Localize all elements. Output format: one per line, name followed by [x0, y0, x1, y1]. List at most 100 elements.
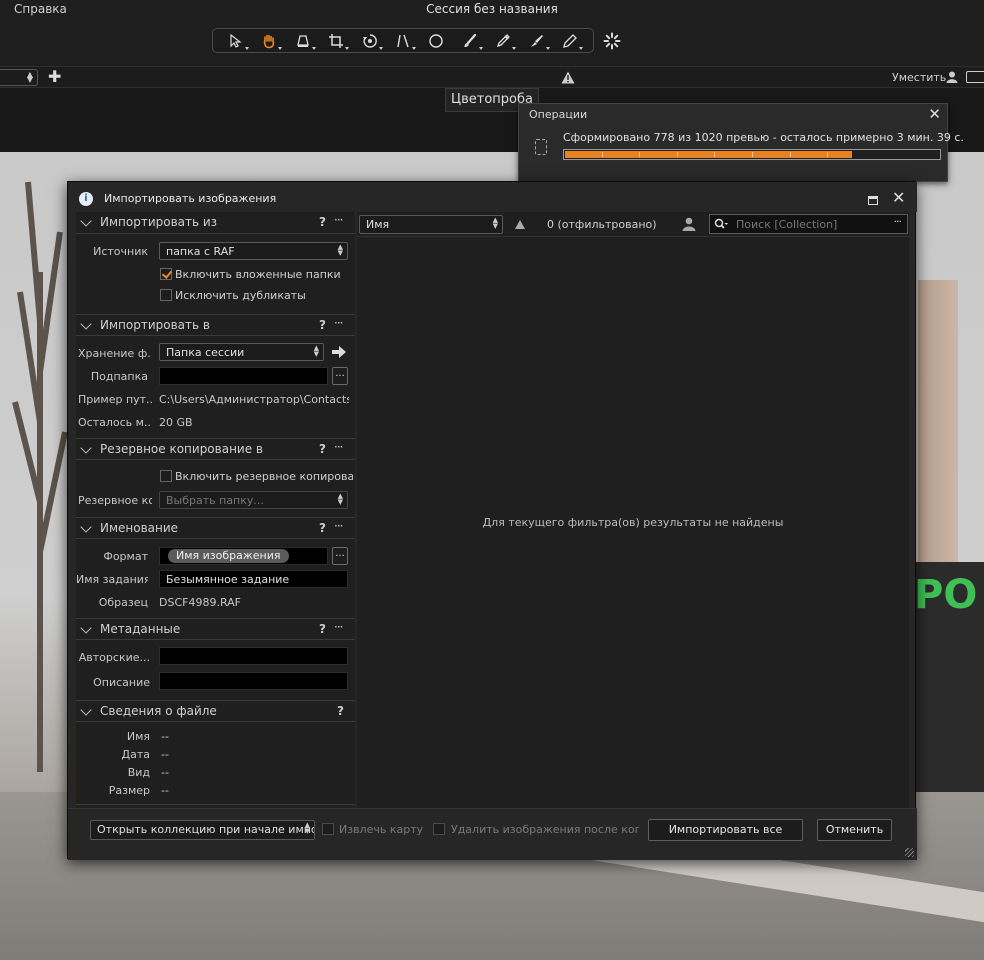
document-icon [535, 139, 547, 155]
chevron-down-icon [80, 215, 92, 227]
exclude-duplicates-checkbox[interactable] [160, 289, 172, 301]
filtered-count: 0 (отфильтровано) [547, 218, 657, 231]
pen-icon[interactable] [557, 31, 584, 51]
section-title: Метаданные [100, 622, 181, 636]
chevron-down-icon [80, 704, 92, 716]
job-name-field[interactable]: Безымянное задание [159, 570, 348, 588]
eraser-icon[interactable] [524, 31, 550, 51]
warning-icon[interactable] [561, 71, 575, 84]
picker-icon[interactable] [490, 31, 517, 51]
description-field[interactable] [159, 672, 348, 690]
sort-direction-icon[interactable] [515, 220, 525, 229]
open-collection-select[interactable]: Открыть коллекцию при начале импорт ▲ ▼ [90, 820, 315, 840]
sort-select[interactable]: Имя ▲ ▼ [359, 215, 503, 234]
operation-status: Сформировано 778 из 1020 превью - остало… [563, 131, 964, 144]
more-icon[interactable]: ··· [334, 519, 344, 533]
viewer-mode-icon[interactable] [966, 71, 984, 83]
file-info-label: Вид [127, 766, 150, 779]
close-icon[interactable]: ✕ [892, 188, 905, 207]
help-icon[interactable]: ? [319, 521, 326, 535]
section-title: Импортировать в [100, 318, 210, 332]
backup-location-label: Резервное ко [78, 494, 152, 507]
search-input[interactable] [736, 216, 886, 232]
help-icon[interactable]: ? [319, 318, 326, 332]
progress-tick [677, 152, 678, 157]
section-file-info[interactable]: Сведения о файле ? [76, 700, 355, 722]
more-icon[interactable]: ··· [334, 440, 344, 454]
format-browse-button[interactable]: ... [332, 547, 348, 565]
format-field[interactable]: Имя изображения [159, 547, 328, 565]
source-select[interactable]: папка с RAF ▲ ▼ [159, 242, 348, 260]
preview-progress-bar [563, 149, 941, 160]
open-collection-value: Открыть коллекцию при начале импорт [97, 823, 315, 836]
storage-select[interactable]: Папка сессии ▲ ▼ [159, 343, 324, 361]
eject-card-checkbox[interactable] [322, 823, 334, 835]
section-import-to[interactable]: Импортировать в ? ··· [76, 314, 355, 336]
empty-results-message: Для текущего фильтра(ов) результаты не н… [482, 516, 784, 529]
source-value: папка с RAF [166, 245, 235, 258]
user-filter-icon[interactable] [682, 217, 696, 231]
operations-title: Операции [529, 108, 588, 121]
section-title: Сведения о файле [100, 704, 217, 718]
help-icon[interactable]: ? [319, 622, 326, 636]
divider [357, 236, 909, 237]
close-icon[interactable]: ✕ [928, 105, 941, 123]
help-icon[interactable]: ? [319, 215, 326, 229]
chevron-down-icon [80, 521, 92, 533]
maximize-icon[interactable] [868, 196, 878, 205]
hand-icon[interactable] [256, 31, 283, 51]
kiosk-sign-image: PO [914, 572, 978, 618]
help-icon[interactable]: ? [337, 704, 344, 718]
user-icon[interactable] [946, 71, 958, 83]
add-variant-icon[interactable]: ✚ [48, 69, 62, 85]
more-icon[interactable]: ··· [334, 316, 344, 330]
subfolder-label: Подпапка [90, 370, 148, 383]
progress-tick [752, 152, 753, 157]
session-title: Сессия без названия [426, 2, 558, 16]
delete-after-checkbox[interactable] [433, 823, 445, 835]
import-browser-panel: Имя▲▼ 0 (отфильтровано) ··· Для текущего… [357, 212, 909, 808]
copyright-field[interactable] [159, 647, 348, 665]
operations-panel: Операции ✕ Сформировано 778 из 1020 прев… [518, 103, 964, 182]
search-icon[interactable] [714, 218, 728, 230]
tree-image [12, 181, 68, 772]
subfolder-browse-button[interactable]: ... [332, 367, 348, 385]
format-token[interactable]: Имя изображения [168, 549, 289, 563]
subfolder-field[interactable] [159, 367, 328, 385]
crop-icon[interactable] [323, 31, 350, 51]
resize-grip-icon[interactable] [905, 848, 914, 857]
section-naming[interactable]: Именование ? ··· [76, 517, 355, 539]
storage-value: Папка сессии [166, 346, 245, 359]
more-icon[interactable]: ··· [894, 215, 902, 228]
include-subfolders-checkbox[interactable] [160, 268, 172, 280]
brush-icon[interactable] [457, 31, 483, 51]
file-info-value: -- [161, 730, 169, 743]
rotate-icon[interactable] [357, 31, 383, 51]
help-icon[interactable]: ? [319, 442, 326, 456]
arrow-right-icon[interactable] [332, 346, 346, 358]
backup-location-value: Выбрать папку... [166, 494, 264, 507]
import-dialog: i Импортировать изображения ✕ Импортиров… [67, 181, 917, 860]
cancel-button[interactable]: Отменить [817, 819, 892, 841]
import-all-button[interactable]: Импортировать все [648, 819, 803, 841]
section-backup[interactable]: Резервное копирование в ? ··· [76, 438, 355, 460]
enable-backup-checkbox[interactable] [160, 470, 172, 482]
viewer-toolbar: ▲ ▼ ✚ Уместить [0, 66, 984, 88]
more-icon[interactable]: ··· [334, 620, 344, 634]
description-label: Описание [93, 676, 150, 689]
backup-location-select[interactable]: Выбрать папку... ▲ ▼ [159, 491, 348, 509]
file-info-label: Дата [121, 748, 150, 761]
circle-icon[interactable] [423, 31, 449, 51]
more-icon[interactable]: ··· [334, 213, 344, 227]
fit-zoom-label[interactable]: Уместить [892, 71, 946, 84]
keystone-icon[interactable] [290, 31, 316, 51]
chevron-down-icon [80, 318, 92, 330]
progress-fill [565, 151, 852, 158]
zoom-stepper[interactable]: ▲ ▼ [0, 69, 38, 86]
file-info-label: Размер [108, 784, 150, 797]
exclude-duplicates-label: Исключить дубликаты [175, 289, 306, 302]
section-import-from[interactable]: Импортировать из ? ··· [76, 212, 355, 234]
section-metadata[interactable]: Метаданные ? ··· [76, 618, 355, 640]
straighten-icon[interactable] [390, 31, 416, 51]
cursor-icon[interactable] [223, 31, 249, 51]
